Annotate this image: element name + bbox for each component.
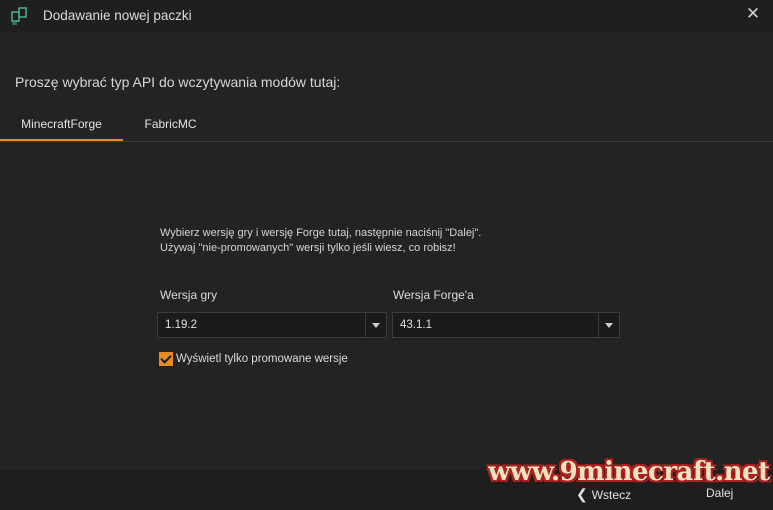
api-tabs: MinecraftForge FabricMC [0, 110, 773, 142]
back-button[interactable]: ❮ Wstecz [576, 486, 631, 503]
game-version-select[interactable]: 1.19.2 [157, 312, 387, 338]
api-type-prompt: Proszę wybrać typ API do wczytywania mod… [15, 74, 341, 90]
window-title: Dodawanie nowej paczki [43, 8, 192, 23]
tab-minecraftforge[interactable]: MinecraftForge [0, 110, 123, 141]
chevron-down-icon[interactable] [598, 313, 619, 337]
next-button[interactable]: Dalej [706, 486, 733, 500]
game-version-label: Wersja gry [160, 288, 218, 302]
promoted-only-checkbox[interactable] [159, 352, 173, 366]
instructions-line-2: Używaj "nie-promowanych" wersji tylko je… [160, 242, 456, 254]
back-button-label: Wstecz [591, 488, 632, 502]
forge-version-select[interactable]: 43.1.1 [392, 312, 620, 338]
app-logo-icon [11, 7, 27, 25]
watermark: www.9minecraft.net [488, 457, 770, 487]
tab-fabricmc[interactable]: FabricMC [123, 110, 218, 139]
game-version-value: 1.19.2 [165, 319, 197, 331]
instructions-line-1: Wybierz wersję gry i wersję Forge tutaj,… [160, 227, 482, 239]
forge-version-value: 43.1.1 [400, 319, 432, 331]
promoted-only-label[interactable]: Wyświetl tylko promowane wersje [176, 353, 348, 365]
instructions-text: Wybierz wersję gry i wersję Forge tutaj,… [160, 226, 481, 256]
title-bar: Dodawanie nowej paczki ✕ [0, 0, 773, 32]
chevron-left-icon: ❮ [576, 486, 588, 502]
chevron-down-icon[interactable] [365, 313, 386, 337]
forge-version-label: Wersja Forge'a [393, 288, 474, 302]
close-icon[interactable]: ✕ [744, 5, 762, 23]
